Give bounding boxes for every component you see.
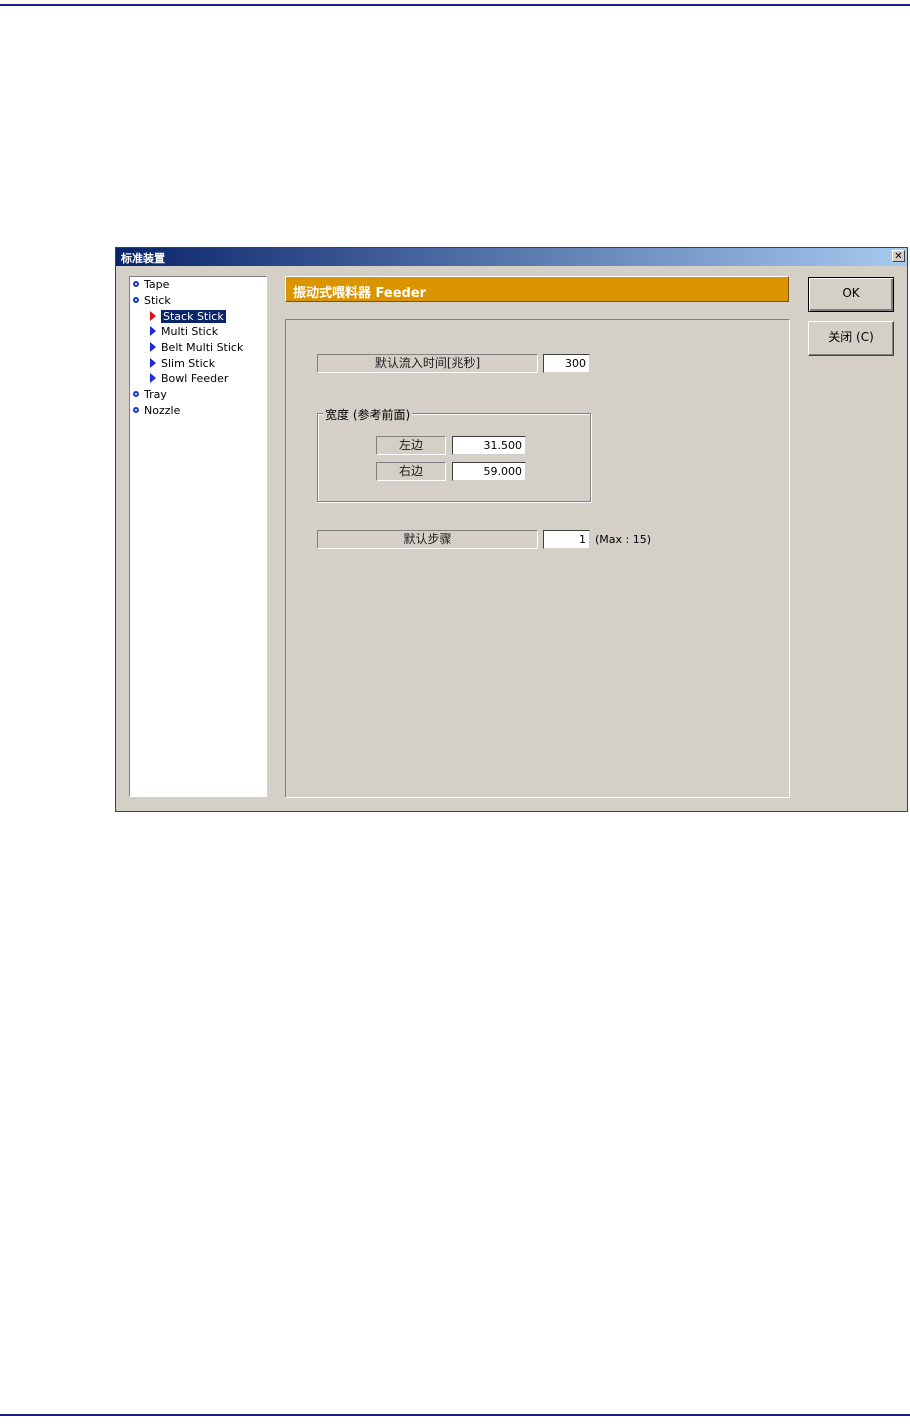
- tree-item-bowl-feeder[interactable]: Bowl Feeder: [150, 372, 228, 386]
- content-panel: [285, 319, 790, 798]
- bullet-icon: [133, 407, 139, 413]
- tree-item-belt-multi-stick[interactable]: Belt Multi Stick: [150, 341, 243, 355]
- bullet-icon: [133, 297, 139, 303]
- inflow-time-input[interactable]: 300: [543, 354, 590, 373]
- section-title: 振动式喂料器 Feeder: [293, 286, 427, 301]
- tree-item-multi-stick[interactable]: Multi Stick: [150, 325, 218, 339]
- left-edge-label: 左边: [376, 436, 446, 455]
- step-max-hint: (Max : 15): [595, 533, 652, 546]
- width-group-legend: 宽度 (参考前面): [323, 406, 413, 423]
- page-bottom-rule: [0, 1414, 910, 1416]
- right-edge-input[interactable]: 59.000: [452, 462, 526, 481]
- section-header: 振动式喂料器 Feeder: [285, 276, 789, 302]
- width-groupbox: 宽度 (参考前面): [317, 406, 591, 502]
- default-step-input[interactable]: 1: [543, 530, 590, 549]
- triangle-icon: [150, 342, 156, 352]
- ok-button[interactable]: OK: [808, 277, 894, 312]
- feeder-tree[interactable]: Tape Stick Stack Stick Multi Stick Belt …: [129, 276, 267, 797]
- tree-item-tray[interactable]: Tray: [133, 388, 167, 402]
- inflow-time-label: 默认流入时间[兆秒]: [317, 354, 538, 373]
- bullet-icon: [133, 281, 139, 287]
- tree-item-slim-stick[interactable]: Slim Stick: [150, 357, 215, 371]
- tree-item-stick[interactable]: Stick: [133, 294, 171, 308]
- right-edge-label: 右边: [376, 462, 446, 481]
- triangle-icon: [150, 373, 156, 383]
- standard-device-dialog: 标准装置 ✕ Tape Stick Stack Stick Multi Stic…: [115, 247, 908, 812]
- close-button[interactable]: 关闭 (C): [808, 321, 894, 356]
- left-edge-input[interactable]: 31.500: [452, 436, 526, 455]
- title-bar[interactable]: 标准装置 ✕: [116, 248, 907, 266]
- default-step-label: 默认步骤: [317, 530, 538, 549]
- tree-item-nozzle[interactable]: Nozzle: [133, 404, 180, 418]
- close-icon[interactable]: ✕: [892, 250, 905, 262]
- tree-item-tape[interactable]: Tape: [133, 278, 169, 292]
- dialog-title: 标准装置: [121, 252, 165, 265]
- triangle-icon: [150, 358, 156, 368]
- triangle-icon: [150, 311, 156, 321]
- bullet-icon: [133, 391, 139, 397]
- triangle-icon: [150, 326, 156, 336]
- page-top-rule: [0, 4, 910, 6]
- tree-item-stack-stick[interactable]: Stack Stick: [150, 310, 226, 324]
